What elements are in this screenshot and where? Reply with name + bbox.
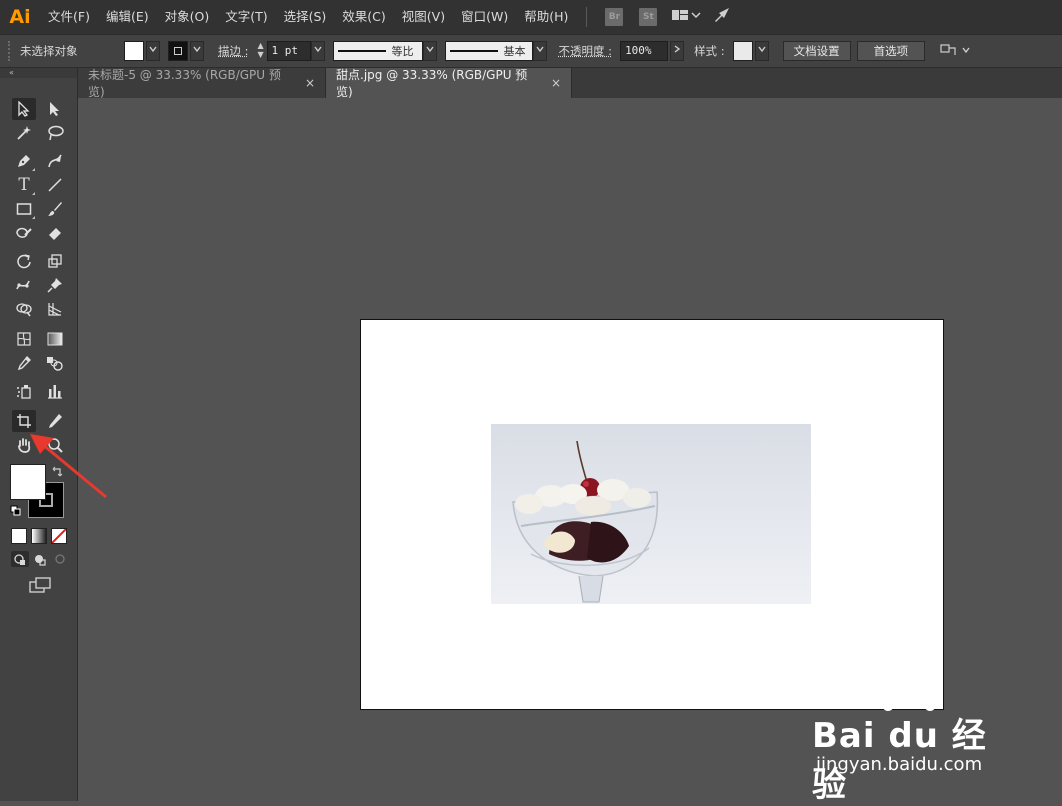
tool-group-indicator [32,168,35,171]
stock-button[interactable]: St [639,8,657,26]
tab-untitled-5[interactable]: 未标题-5 @ 33.33% (RGB/GPU 预览) × [78,68,326,98]
stroke-swatch[interactable] [168,41,188,61]
tab-label: 未标题-5 @ 33.33% (RGB/GPU 预览) [88,66,291,100]
blend-tool-icon[interactable] [43,352,67,374]
fill-swatch[interactable] [124,41,144,61]
brush-line-preview [450,50,498,52]
graphic-style-swatch[interactable] [733,41,753,61]
menu-effect[interactable]: 效果(C) [334,0,393,34]
close-icon[interactable]: × [305,76,315,90]
menu-file[interactable]: 文件(F) [40,0,98,34]
draw-normal-icon[interactable] [11,551,29,567]
style-label: 样式 : [694,43,725,59]
type-tool-icon[interactable]: T [12,174,36,196]
menu-edit[interactable]: 编辑(E) [98,0,157,34]
magic-wand-tool-icon[interactable] [12,122,36,144]
screen-mode-icon[interactable] [28,576,52,597]
bridge-button[interactable]: Br [605,8,623,26]
curvature-tool-icon[interactable] [43,150,67,172]
stroke-weight-field[interactable]: 1 pt [267,41,311,61]
tool-group-indicator [32,216,35,219]
panel-grip[interactable] [8,41,14,61]
graphic-style-dropdown[interactable] [755,41,769,61]
menu-window[interactable]: 窗口(W) [453,0,516,34]
color-mode-icon[interactable] [11,528,27,544]
draw-inside-icon[interactable] [51,551,69,567]
baidu-watermark: Bai du 经验 jingyan.baidu.com [812,684,1012,784]
eyedropper-tool-icon[interactable] [12,352,36,374]
shaper-tool-icon[interactable] [12,222,36,244]
pin-icon[interactable] [43,274,67,296]
profile-label: 等比 [392,43,414,59]
menu-divider [586,7,587,27]
preferences-button[interactable]: 首选项 [857,41,926,61]
rectangle-tool-icon[interactable] [12,198,36,220]
watermark-url: jingyan.baidu.com [816,754,982,775]
column-graph-tool-icon[interactable] [43,380,67,402]
stroke-weight-stepper[interactable]: ▲ ▼ [255,41,267,61]
perspective-grid-tool-icon[interactable] [43,298,67,320]
menu-view[interactable]: 视图(V) [394,0,453,34]
opacity-arrow[interactable] [670,41,684,61]
gradient-mode-icon[interactable] [31,528,47,544]
stroke-label[interactable]: 描边 : [218,43,249,59]
default-fill-stroke-icon[interactable] [10,505,22,520]
stroke-dropdown[interactable] [190,41,204,61]
tool-group-indicator [32,192,35,195]
tab-dessert-jpg[interactable]: 甜点.jpg @ 33.33% (RGB/GPU 预览) × [326,68,572,98]
direct-selection-tool-icon[interactable] [43,98,67,120]
draw-behind-icon[interactable] [31,551,49,567]
menu-object[interactable]: 对象(O) [157,0,218,34]
collapse-toolbar-icon[interactable]: « [0,68,77,78]
symbol-sprayer-tool-icon[interactable] [12,380,36,402]
opacity-field[interactable]: 100% [620,41,668,61]
pen-tool-icon[interactable] [12,150,36,172]
close-icon[interactable]: × [551,76,561,90]
profile-dropdown[interactable] [423,41,437,61]
arrange-documents-icon[interactable] [939,42,973,61]
document-tab-bar: 未标题-5 @ 33.33% (RGB/GPU 预览) × 甜点.jpg @ 3… [78,68,1062,98]
gradient-tool-icon[interactable] [43,328,67,350]
menu-select[interactable]: 选择(S) [276,0,335,34]
stroke-weight-dropdown[interactable] [311,41,325,61]
eraser-tool-icon[interactable] [43,222,67,244]
tab-label: 甜点.jpg @ 33.33% (RGB/GPU 预览) [336,66,537,100]
menu-type[interactable]: 文字(T) [217,0,275,34]
scale-tool-icon[interactable] [43,250,67,272]
opacity-label[interactable]: 不透明度 : [559,43,613,59]
fill-color-swatch[interactable] [10,464,46,500]
brush-definition[interactable]: 基本 [445,41,533,61]
shape-builder-tool-icon[interactable] [12,298,36,320]
menu-bar: Ai 文件(F) 编辑(E) 对象(O) 文字(T) 选择(S) 效果(C) 视… [0,0,1062,34]
line-segment-tool-icon[interactable] [43,174,67,196]
selection-tool-icon[interactable] [12,98,36,120]
dessert-image[interactable] [491,424,811,604]
variable-width-profile[interactable]: 等比 [333,41,423,61]
artboard[interactable] [360,319,944,710]
none-mode-icon[interactable] [51,528,67,544]
illustrator-logo: Ai [0,0,40,34]
rotate-tool-icon[interactable] [12,250,36,272]
paintbrush-tool-icon[interactable] [43,198,67,220]
brush-label: 基本 [504,43,526,59]
selection-status: 未选择对象 [20,43,112,59]
workspace-layout-icon[interactable] [671,8,701,26]
gpu-performance-icon[interactable] [713,7,731,27]
menu-help[interactable]: 帮助(H) [516,0,576,34]
lasso-tool-icon[interactable] [43,122,67,144]
fill-dropdown[interactable] [146,41,160,61]
brush-dropdown[interactable] [533,41,547,61]
control-bar: 未选择对象 描边 : ▲ ▼ 1 pt 等比 基本 不透明度 : 100% 样式 … [0,34,1062,68]
profile-line-preview [338,50,386,52]
document-setup-button[interactable]: 文档设置 [783,41,851,61]
mesh-tool-icon[interactable] [12,328,36,350]
puppet-warp-tool-icon[interactable] [12,274,36,296]
